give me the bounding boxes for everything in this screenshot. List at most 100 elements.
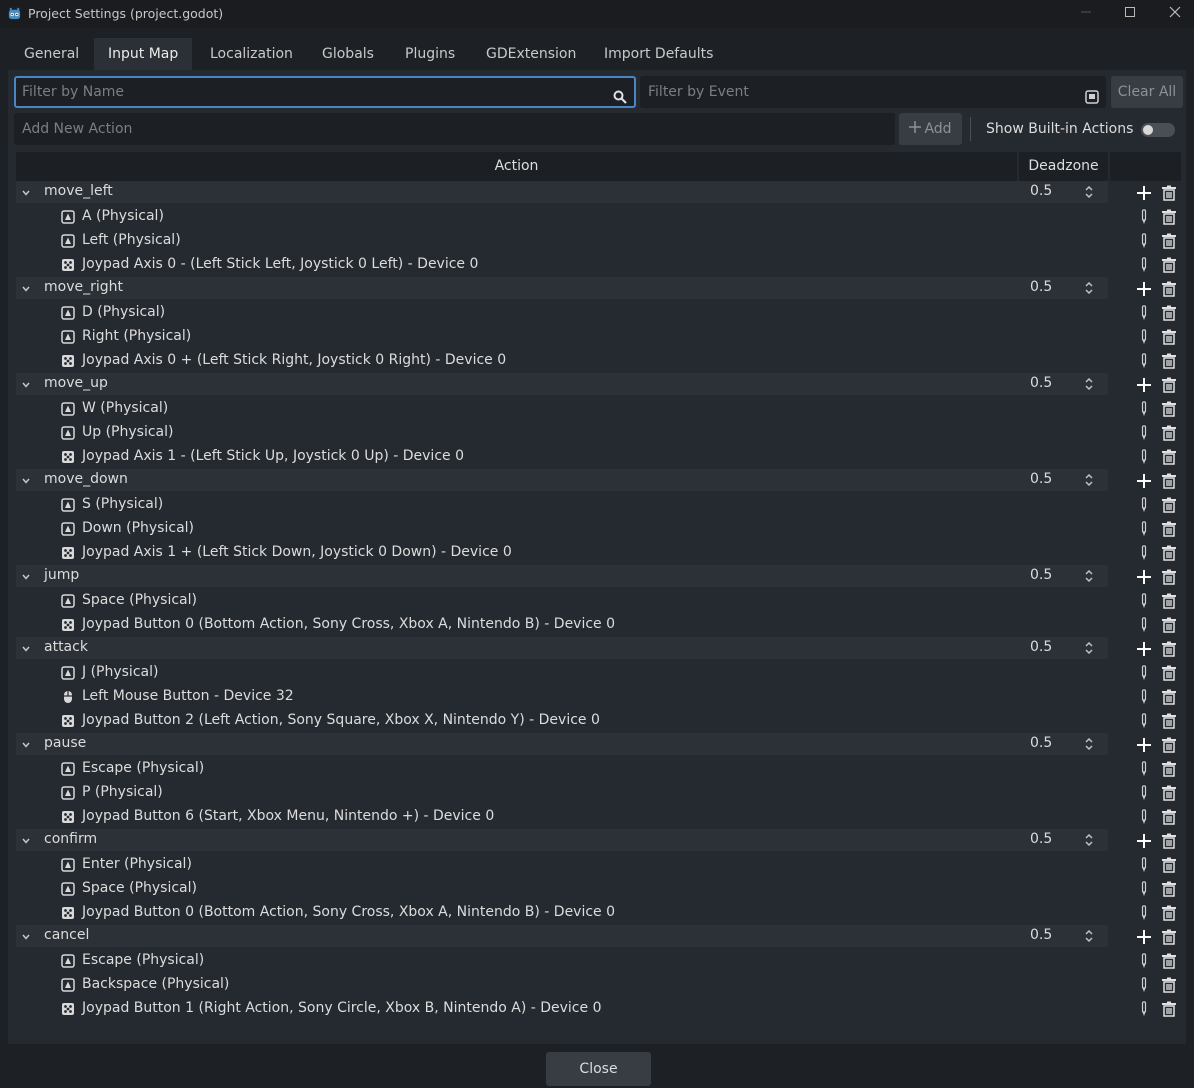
remove-event-icon[interactable] (1161, 977, 1177, 997)
event-row[interactable]: Joypad Button 6 (Start, Xbox Menu, Ninte… (16, 805, 1184, 829)
remove-event-icon[interactable] (1161, 593, 1177, 613)
remove-event-icon[interactable] (1161, 881, 1177, 901)
edit-event-icon[interactable] (1136, 665, 1152, 685)
event-row[interactable]: Joypad Axis 1 + (Left Stick Down, Joysti… (16, 541, 1184, 565)
edit-event-icon[interactable] (1136, 617, 1152, 637)
action-row[interactable]: jump 0.5 (16, 565, 1184, 589)
event-row[interactable]: W (Physical) (16, 397, 1184, 421)
remove-action-icon[interactable] (1161, 929, 1177, 949)
remove-event-icon[interactable] (1161, 425, 1177, 445)
remove-action-icon[interactable] (1161, 185, 1177, 205)
tab-general[interactable]: General (10, 38, 93, 70)
spinner-arrows-icon[interactable] (1084, 833, 1094, 851)
remove-event-icon[interactable] (1161, 713, 1177, 733)
remove-action-icon[interactable] (1161, 641, 1177, 661)
action-row[interactable]: cancel 0.5 (16, 925, 1184, 949)
event-row[interactable]: Up (Physical) (16, 421, 1184, 445)
remove-event-icon[interactable] (1161, 953, 1177, 973)
column-header-deadzone[interactable]: Deadzone (1019, 152, 1108, 181)
minimize-button[interactable] (1071, 4, 1101, 24)
remove-event-icon[interactable] (1161, 353, 1177, 373)
add-event-icon[interactable] (1136, 737, 1152, 757)
event-row[interactable]: Joypad Button 0 (Bottom Action, Sony Cro… (16, 901, 1184, 925)
spinner-arrows-icon[interactable] (1084, 569, 1094, 587)
spinner-arrows-icon[interactable] (1084, 737, 1094, 755)
event-row[interactable]: Joypad Axis 0 - (Left Stick Left, Joysti… (16, 253, 1184, 277)
remove-event-icon[interactable] (1161, 257, 1177, 277)
spinner-arrows-icon[interactable] (1084, 929, 1094, 947)
keyboard-event-icon[interactable] (1085, 84, 1099, 116)
add-event-icon[interactable] (1136, 377, 1152, 397)
event-row[interactable]: Escape (Physical) (16, 757, 1184, 781)
maximize-button[interactable] (1115, 4, 1145, 24)
add-event-icon[interactable] (1136, 473, 1152, 493)
event-row[interactable]: Joypad Button 0 (Bottom Action, Sony Cro… (16, 613, 1184, 637)
event-row[interactable]: Joypad Axis 1 - (Left Stick Up, Joystick… (16, 445, 1184, 469)
edit-event-icon[interactable] (1136, 1001, 1152, 1021)
edit-event-icon[interactable] (1136, 497, 1152, 517)
clear-all-button[interactable]: Clear All (1111, 76, 1183, 108)
edit-event-icon[interactable] (1136, 329, 1152, 349)
event-row[interactable]: Right (Physical) (16, 325, 1184, 349)
window-close-button[interactable] (1160, 4, 1190, 24)
add-event-icon[interactable] (1136, 833, 1152, 853)
deadzone-value[interactable]: 0.5 (1030, 279, 1052, 295)
deadzone-value[interactable]: 0.5 (1030, 471, 1052, 487)
remove-event-icon[interactable] (1161, 857, 1177, 877)
filter-by-event-input[interactable]: Filter by Event (640, 76, 1106, 108)
remove-event-icon[interactable] (1161, 521, 1177, 541)
chevron-down-icon[interactable] (21, 930, 31, 946)
edit-event-icon[interactable] (1136, 233, 1152, 253)
remove-event-icon[interactable] (1161, 401, 1177, 421)
tab-import-defaults[interactable]: Import Defaults (590, 38, 727, 70)
spinner-arrows-icon[interactable] (1084, 473, 1094, 491)
event-row[interactable]: Backspace (Physical) (16, 973, 1184, 997)
event-row[interactable]: Space (Physical) (16, 877, 1184, 901)
remove-action-icon[interactable] (1161, 737, 1177, 757)
remove-action-icon[interactable] (1161, 281, 1177, 301)
event-row[interactable]: D (Physical) (16, 301, 1184, 325)
edit-event-icon[interactable] (1136, 521, 1152, 541)
remove-event-icon[interactable] (1161, 497, 1177, 517)
deadzone-value[interactable]: 0.5 (1030, 831, 1052, 847)
deadzone-value[interactable]: 0.5 (1030, 567, 1052, 583)
spinner-arrows-icon[interactable] (1084, 281, 1094, 299)
edit-event-icon[interactable] (1136, 305, 1152, 325)
event-row[interactable]: Joypad Axis 0 + (Left Stick Right, Joyst… (16, 349, 1184, 373)
edit-event-icon[interactable] (1136, 449, 1152, 469)
edit-event-icon[interactable] (1136, 977, 1152, 997)
action-row[interactable]: move_right 0.5 (16, 277, 1184, 301)
tab-globals[interactable]: Globals (308, 38, 388, 70)
event-row[interactable]: Joypad Button 1 (Right Action, Sony Circ… (16, 997, 1184, 1021)
event-row[interactable]: Enter (Physical) (16, 853, 1184, 877)
edit-event-icon[interactable] (1136, 353, 1152, 373)
deadzone-value[interactable]: 0.5 (1030, 639, 1052, 655)
edit-event-icon[interactable] (1136, 209, 1152, 229)
remove-event-icon[interactable] (1161, 761, 1177, 781)
add-action-button[interactable]: Add (899, 113, 962, 145)
chevron-down-icon[interactable] (21, 834, 31, 850)
remove-event-icon[interactable] (1161, 617, 1177, 637)
edit-event-icon[interactable] (1136, 809, 1152, 829)
remove-action-icon[interactable] (1161, 377, 1177, 397)
remove-event-icon[interactable] (1161, 809, 1177, 829)
tab-input-map[interactable]: Input Map (94, 38, 193, 70)
action-row[interactable]: confirm 0.5 (16, 829, 1184, 853)
edit-event-icon[interactable] (1136, 545, 1152, 565)
event-row[interactable]: Space (Physical) (16, 589, 1184, 613)
edit-event-icon[interactable] (1136, 593, 1152, 613)
edit-event-icon[interactable] (1136, 905, 1152, 925)
add-event-icon[interactable] (1136, 185, 1152, 205)
spinner-arrows-icon[interactable] (1084, 641, 1094, 659)
remove-event-icon[interactable] (1161, 689, 1177, 709)
event-row[interactable]: Escape (Physical) (16, 949, 1184, 973)
tab-gdextension[interactable]: GDExtension (472, 38, 590, 70)
event-row[interactable]: Left (Physical) (16, 229, 1184, 253)
column-header-action[interactable]: Action (16, 152, 1017, 181)
chevron-down-icon[interactable] (21, 474, 31, 490)
remove-event-icon[interactable] (1161, 905, 1177, 925)
spinner-arrows-icon[interactable] (1084, 185, 1094, 203)
event-row[interactable]: Joypad Button 2 (Left Action, Sony Squar… (16, 709, 1184, 733)
remove-event-icon[interactable] (1161, 1001, 1177, 1021)
edit-event-icon[interactable] (1136, 713, 1152, 733)
